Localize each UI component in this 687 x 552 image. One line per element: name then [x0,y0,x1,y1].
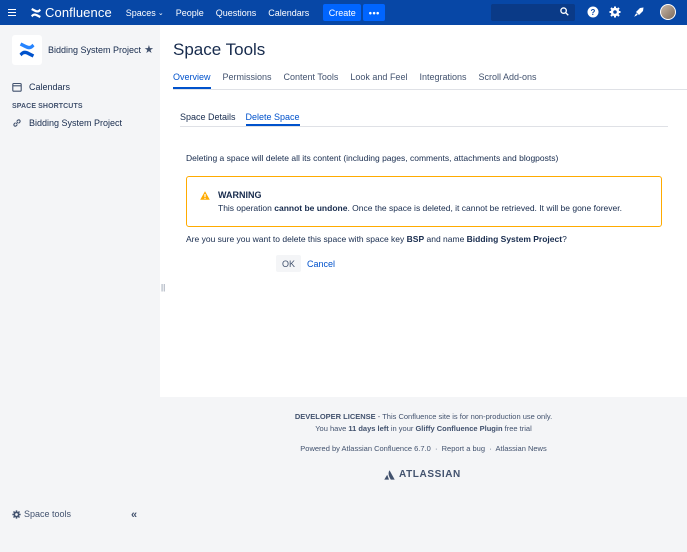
page-title: Space Tools [173,40,266,59]
nav-questions[interactable]: Questions [210,0,263,25]
create-button[interactable]: Create [323,4,362,21]
footer-separator: · [489,444,492,453]
nav-people[interactable]: People [170,0,210,25]
create-more-button[interactable]: ••• [363,4,386,21]
tab-divider [173,89,687,90]
tab-bar: Overview Permissions Content Tools Look … [173,72,549,89]
star-icon[interactable]: ★ [144,43,154,56]
warning-body-pre: This operation [218,203,275,213]
space-logo[interactable] [12,35,42,65]
delete-intro-text: Deleting a space will delete all its con… [186,153,559,163]
gear-icon[interactable] [609,6,621,18]
license-notice: DEVELOPER LICENSE - This Confluence site… [160,412,687,421]
subtab-space-details[interactable]: Space Details [180,112,236,126]
sidebar-item-label: Calendars [29,82,71,92]
link-icon [13,119,21,127]
space-tools-button[interactable]: Space tools [12,509,71,519]
collapse-sidebar-icon[interactable]: « [131,509,137,521]
trial-mid: in your [388,424,416,433]
confluence-logo-icon [31,7,41,18]
report-bug-link[interactable]: Report a bug [442,444,485,453]
subtab-divider [180,126,668,127]
sidebar-resize-handle[interactable]: || [161,283,165,292]
footer: DEVELOPER LICENSE - This Confluence site… [160,397,687,552]
sidebar-item-shortcut[interactable]: Bidding System Project [12,118,122,128]
confirm-space-name: Bidding System Project [466,234,563,244]
notification-icon[interactable] [633,6,645,18]
warning-body: This operation cannot be undone. Once th… [218,203,622,213]
trial-plugin: Gliffy Confluence Plugin [415,424,503,433]
tab-permissions[interactable]: Permissions [223,72,272,89]
confirm-pre: Are you sure you want to delete this spa… [186,234,407,244]
cancel-link[interactable]: Cancel [307,259,335,269]
sidebar: Bidding System Project ★ Calendars SPACE… [0,25,160,552]
hamburger-icon[interactable] [0,0,24,25]
warning-icon [200,191,210,200]
sidebar-item-label: Bidding System Project [29,118,123,128]
subtab-delete-space[interactable]: Delete Space [245,112,300,126]
top-navigation: Confluence Spaces ⌄ People Questions Cal… [0,0,687,25]
search-input[interactable] [491,4,575,21]
license-bold: DEVELOPER LICENSE [294,412,376,421]
warning-body-bold: cannot be undone [274,203,348,213]
space-name[interactable]: Bidding System Project [48,45,141,55]
space-shortcuts-heading: SPACE SHORTCUTS [12,103,83,110]
warning-title: WARNING [218,190,262,200]
space-logo-icon [19,42,35,58]
gear-icon [12,509,21,519]
tab-content-tools[interactable]: Content Tools [284,72,339,89]
confirm-text: Are you sure you want to delete this spa… [186,234,567,244]
help-icon[interactable]: ? [587,6,599,18]
confirm-space-key: BSP [406,234,425,244]
sidebar-item-calendars[interactable]: Calendars [12,82,70,92]
logo-text: Confluence [45,5,112,20]
space-tools-label: Space tools [24,509,72,519]
confirm-mid: and name [424,234,467,244]
footer-links: Powered by Atlassian Confluence 6.7.0 · … [160,444,687,453]
atlassian-logo[interactable]: ATLASSIAN [384,469,461,480]
subtab-bar: Space Details Delete Space [180,112,310,126]
powered-by-link[interactable]: Powered by Atlassian Confluence 6.7.0 [300,444,431,453]
calendar-icon [12,82,22,92]
trial-pre: You have [315,424,349,433]
warning-body-post: . Once the space is deleted, it cannot b… [347,203,622,213]
nav-spaces-label: Spaces [125,7,156,18]
confluence-logo[interactable]: Confluence [30,5,112,20]
tab-look-and-feel[interactable]: Look and Feel [350,72,407,89]
nav-spaces[interactable]: Spaces ⌄ [120,0,170,25]
atlassian-wordmark: ATLASSIAN [399,469,461,480]
chevron-down-icon: ⌄ [157,9,164,17]
license-rest: - This Confluence site is for non-produc… [375,412,553,421]
footer-separator: · [434,444,438,453]
atlassian-news-link[interactable]: Atlassian News [495,444,546,453]
trial-post: free trial [502,424,532,433]
trial-notice: You have 11 days left in your Gliffy Con… [160,424,687,433]
tab-scroll-add-ons[interactable]: Scroll Add-ons [478,72,536,89]
tab-integrations[interactable]: Integrations [419,72,466,89]
warning-box: WARNING This operation cannot be undone.… [186,176,662,227]
avatar[interactable] [660,4,676,20]
tab-overview[interactable]: Overview [173,72,211,89]
nav-calendars[interactable]: Calendars [262,0,315,25]
svg-text:?: ? [591,8,596,17]
ok-button[interactable]: OK [276,255,301,272]
confirm-post: ? [562,234,567,244]
search-icon [560,7,569,16]
trial-days: 11 days left [348,424,389,433]
atlassian-logo-icon [384,469,395,480]
